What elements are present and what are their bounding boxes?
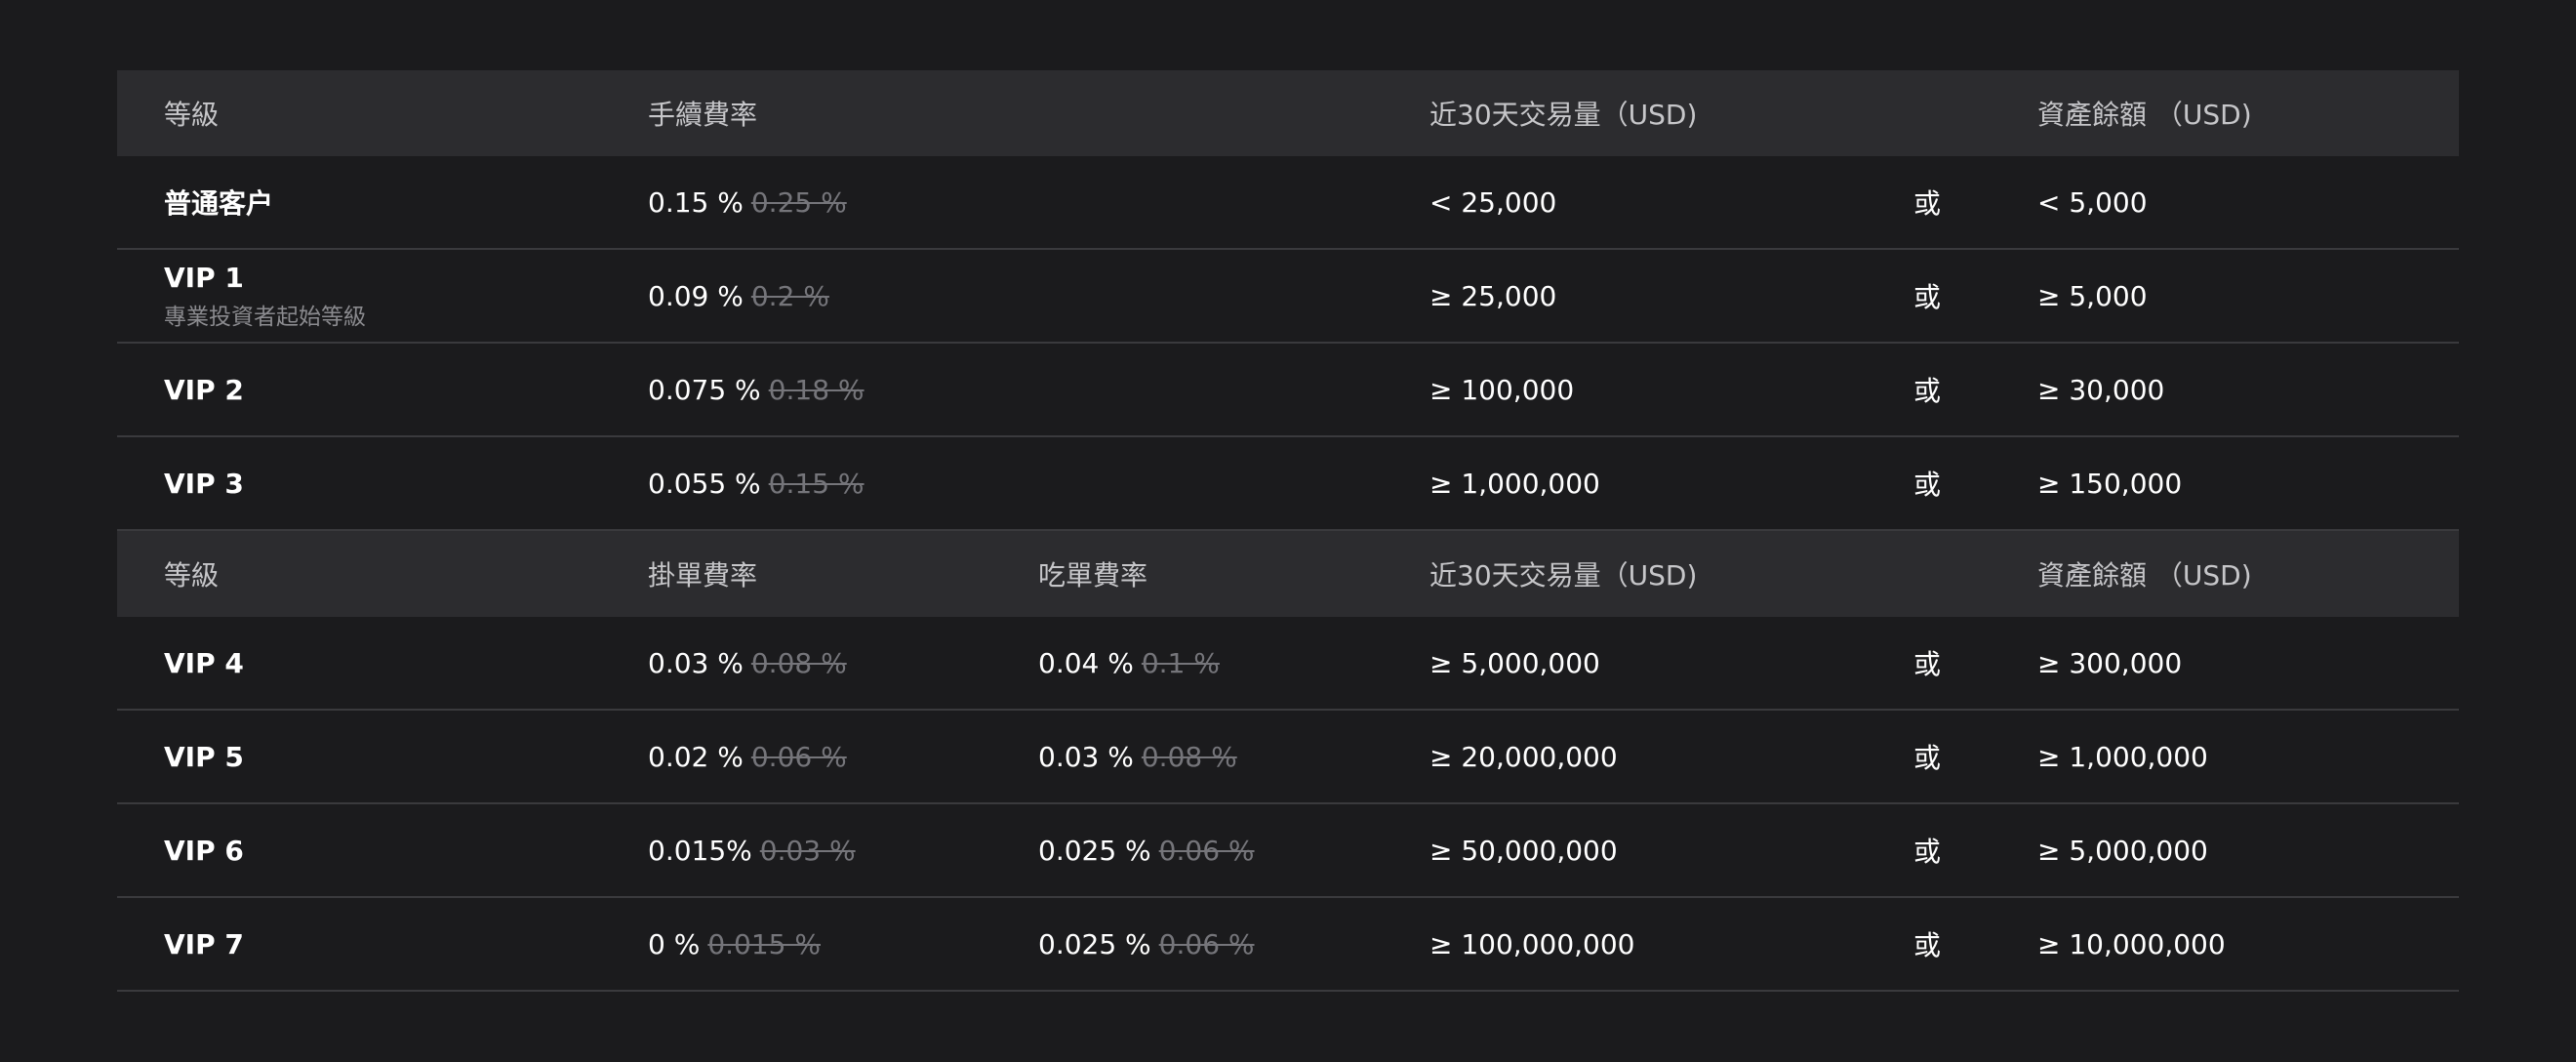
fee-current: 0.075 % [648,373,761,406]
fee-cell: 0.055 % 0.15 % [648,437,865,529]
tier-name: VIP 4 [164,646,244,679]
maker-fee-original: 0.015 % [707,927,821,960]
header-tier: 等級 [164,559,220,592]
maker-fee-current: 0.03 % [648,646,744,679]
maker-fee-original: 0.03 % [759,834,856,867]
volume-cell: ≥ 25,000 [1429,279,1557,312]
tier-name: VIP 1 [164,261,244,294]
tier-cell: 普通客户 [164,156,273,248]
or-label: 或 [1913,648,1942,680]
header-taker-rate: 吃單費率 [1038,559,1148,592]
tier-cell: VIP 3 [164,437,244,529]
maker-fee-original: 0.06 % [750,740,847,773]
tier-cell: VIP 7 [164,898,244,990]
tier-cell: VIP 6 [164,804,244,896]
maker-fee-cell: 0.015% 0.03 % [648,804,856,896]
tier-name: VIP 2 [164,373,244,406]
fee-original: 0.18 % [768,373,865,406]
taker-fee-current: 0.03 % [1038,740,1134,773]
table-row: VIP 1 專業投資者起始等級 0.09 % 0.2 % ≥ 25,000 或 ≥… [117,250,2459,344]
taker-fee-original: 0.08 % [1141,740,1237,773]
taker-fee-original: 0.06 % [1158,927,1255,960]
fee-original: 0.15 % [768,467,865,500]
table-row: VIP 6 0.015% 0.03 % 0.025 % 0.06 % ≥ 50,00… [117,804,2459,898]
tier-cell: VIP 1 專業投資者起始等級 [164,250,366,342]
fee-tier-table: 等級 手續費率 近30天交易量（USD) 資產餘額 （USD) 普通客户 0.1… [117,70,2459,992]
fee-cell: 0.075 % 0.18 % [648,344,865,435]
taker-fee-cell: 0.025 % 0.06 % [1038,804,1255,896]
taker-fee-original: 0.1 % [1141,646,1220,679]
header-maker-rate: 掛單費率 [648,559,758,592]
header-30d-volume: 近30天交易量（USD) [1429,559,1698,592]
table-row: VIP 7 0 % 0.015 % 0.025 % 0.06 % ≥ 100,000… [117,898,2459,992]
or-label: 或 [1913,836,1942,868]
maker-fee-current: 0.015% [648,834,752,867]
tier-name: VIP 5 [164,740,244,773]
tier-name: 普通客户 [164,187,274,220]
volume-cell: ≥ 20,000,000 [1429,740,1618,773]
taker-fee-cell: 0.03 % 0.08 % [1038,711,1237,802]
fee-original: 0.2 % [750,279,829,312]
header-asset-balance: 資產餘額 （USD) [2037,559,2252,592]
header-30d-volume: 近30天交易量（USD) [1429,99,1698,131]
asset-cell: < 5,000 [2037,185,2148,219]
tier-name: VIP 6 [164,834,244,867]
taker-fee-current: 0.04 % [1038,646,1134,679]
fee-cell: 0.09 % 0.2 % [648,250,829,342]
fee-current: 0.09 % [648,279,744,312]
or-label: 或 [1913,742,1942,774]
tier-subtitle: 專業投資者起始等級 [164,304,366,330]
header-tier: 等級 [164,99,220,131]
or-label: 或 [1913,281,1942,313]
or-label: 或 [1913,929,1942,961]
table-row: VIP 3 0.055 % 0.15 % ≥ 1,000,000 或 ≥ 150,… [117,437,2459,531]
volume-cell: ≥ 100,000 [1429,373,1575,406]
or-label: 或 [1913,375,1942,407]
maker-fee-current: 0 % [648,927,701,960]
tier-name: VIP 7 [164,927,244,960]
taker-fee-current: 0.025 % [1038,927,1151,960]
fee-cell: 0.15 % 0.25 % [648,156,847,248]
header-fee-rate: 手續費率 [648,99,758,131]
asset-cell: ≥ 1,000,000 [2037,740,2208,773]
asset-cell: ≥ 150,000 [2037,467,2183,500]
or-label: 或 [1913,469,1942,501]
tier-cell: VIP 4 [164,617,244,709]
volume-cell: ≥ 100,000,000 [1429,927,1635,960]
tier-cell: VIP 5 [164,711,244,802]
table-row: VIP 4 0.03 % 0.08 % 0.04 % 0.1 % ≥ 5,000,0… [117,617,2459,711]
maker-fee-cell: 0.02 % 0.06 % [648,711,847,802]
maker-fee-original: 0.08 % [750,646,847,679]
fee-current: 0.15 % [648,185,744,219]
volume-cell: ≥ 5,000,000 [1429,646,1600,679]
taker-fee-original: 0.06 % [1158,834,1255,867]
volume-cell: ≥ 1,000,000 [1429,467,1600,500]
asset-cell: ≥ 10,000,000 [2037,927,2226,960]
table-row: VIP 2 0.075 % 0.18 % ≥ 100,000 或 ≥ 30,000 [117,344,2459,437]
tier-name: VIP 3 [164,467,244,500]
tier-cell: VIP 2 [164,344,244,435]
volume-cell: ≥ 50,000,000 [1429,834,1618,867]
maker-fee-current: 0.02 % [648,740,744,773]
table-row: 普通客户 0.15 % 0.25 % < 25,000 或 < 5,000 [117,156,2459,250]
taker-fee-cell: 0.04 % 0.1 % [1038,617,1220,709]
or-label: 或 [1913,187,1942,220]
asset-cell: ≥ 300,000 [2037,646,2183,679]
table-row: VIP 5 0.02 % 0.06 % 0.03 % 0.08 % ≥ 20,000… [117,711,2459,804]
maker-fee-cell: 0 % 0.015 % [648,898,821,990]
taker-fee-current: 0.025 % [1038,834,1151,867]
fee-current: 0.055 % [648,467,761,500]
header-asset-balance: 資產餘額 （USD) [2037,99,2252,131]
maker-fee-cell: 0.03 % 0.08 % [648,617,847,709]
asset-cell: ≥ 5,000,000 [2037,834,2208,867]
fee-original: 0.25 % [750,185,847,219]
asset-cell: ≥ 30,000 [2037,373,2165,406]
taker-fee-cell: 0.025 % 0.06 % [1038,898,1255,990]
table-header-advanced: 等級 掛單費率 吃單費率 近30天交易量（USD) 資產餘額 （USD) [117,531,2459,617]
volume-cell: < 25,000 [1429,185,1557,219]
table-header-basic: 等級 手續費率 近30天交易量（USD) 資產餘額 （USD) [117,70,2459,156]
asset-cell: ≥ 5,000 [2037,279,2148,312]
